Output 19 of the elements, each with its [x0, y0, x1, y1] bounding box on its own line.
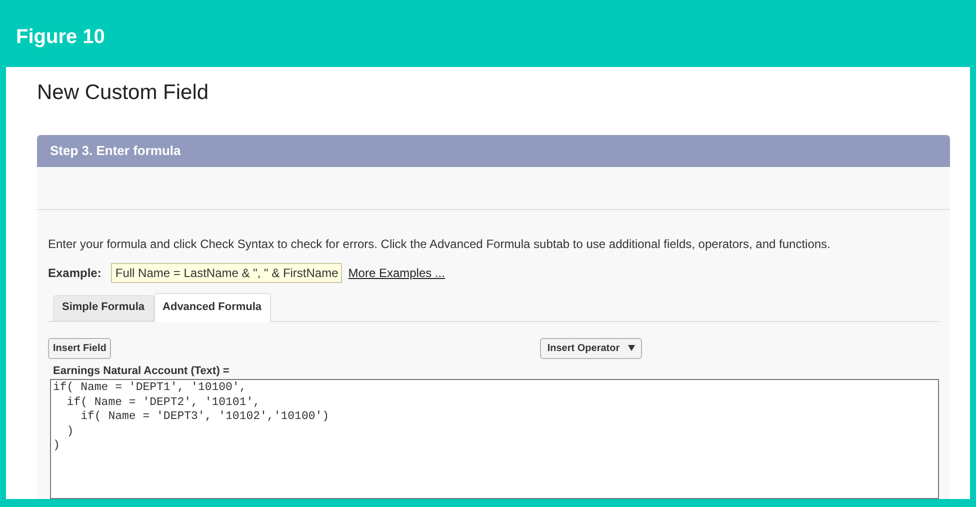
page-title: New Custom Field [37, 81, 209, 104]
formula-line: ) [66, 424, 74, 439]
formula-tab[interactable]: Advanced Formula [154, 292, 271, 322]
instructions-text: Enter your formula and click Check Syntax to check for errors. Click the Advanced Formula subtab to use additional fields, operators, and functions. [48, 236, 832, 252]
insert-field-button[interactable]: Insert Field [48, 338, 112, 358]
formula-line: if( Name = 'DEPT2', '10101', [66, 396, 260, 410]
formula-line: if( Name = 'DEPT3', '10102','10100') [80, 410, 330, 424]
formula-line: ) [53, 439, 60, 454]
formula-line: if( Name = 'DEPT1', '10100', [53, 381, 246, 396]
formula-editor[interactable]: if( Name = 'DEPT1', '10100', if( Name = 'DEPT2', '10101', if( Name = 'DEPT3', '10102','10100') ) ) [50, 379, 939, 499]
insert-operator-button[interactable]: Insert Operator [540, 338, 642, 358]
dropdown-caret-icon [628, 345, 635, 351]
formula-tab[interactable]: Simple Formula [53, 294, 154, 320]
figure-title: Figure 10 [16, 24, 105, 50]
example-label: Example: [48, 264, 102, 282]
example-formula: Full Name = LastName & ", " & FirstName [111, 262, 342, 282]
more-examples-link[interactable]: More Examples ... [348, 264, 445, 282]
formula-label: Earnings Natural Account (Text) = [52, 364, 230, 378]
step-title: Step 3. Enter formula [50, 142, 181, 160]
